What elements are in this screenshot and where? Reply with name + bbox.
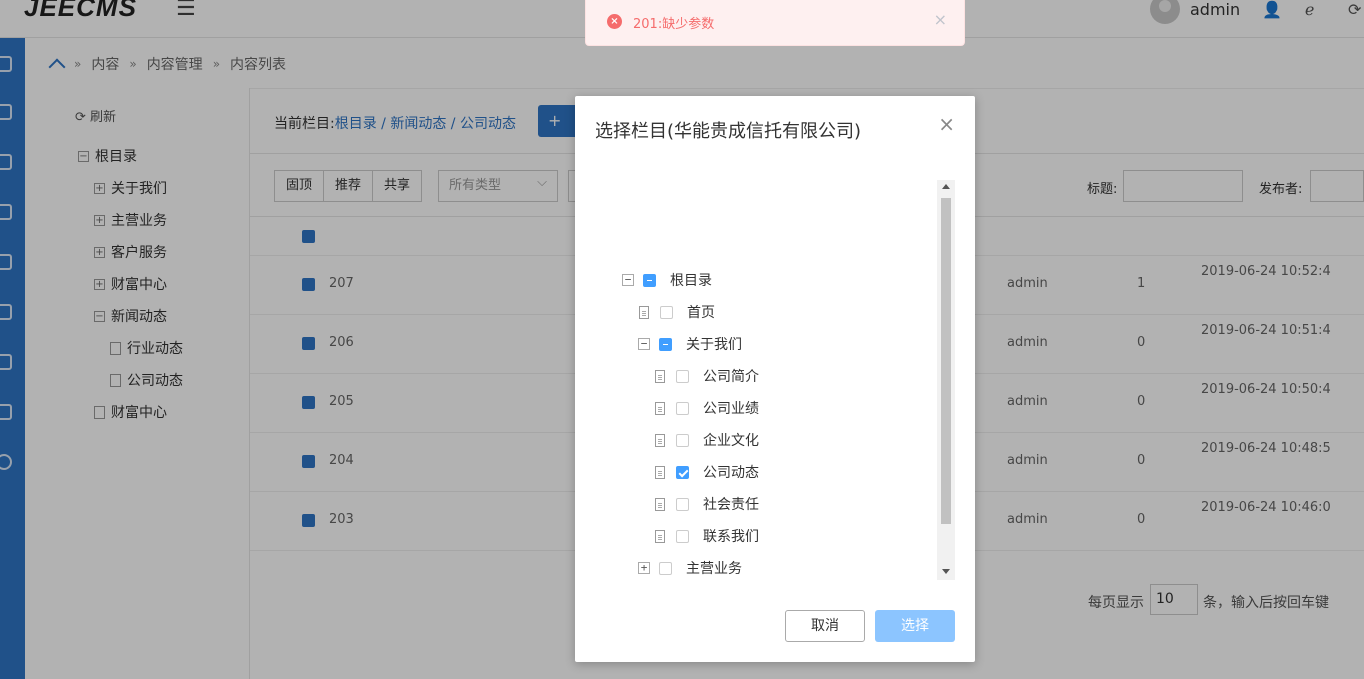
document-icon [655, 433, 665, 447]
scroll-thumb[interactable] [941, 198, 951, 524]
document-icon [639, 305, 649, 319]
select-column-dialog: 选择栏目(华能贵成信托有限公司) × − 根目录 首页 − 关于我们 公司简介 … [575, 96, 975, 662]
error-toast: × 201:缺少参数 × [585, 0, 965, 46]
tree-node[interactable]: 联系我们 [654, 526, 759, 546]
collapse-icon[interactable]: − [638, 338, 650, 350]
document-icon [655, 497, 665, 511]
column-tree: − 根目录 首页 − 关于我们 公司简介 公司业绩 企业文化 公司动态 社会责任… [615, 180, 955, 580]
tree-node[interactable]: 首页 [638, 302, 715, 322]
error-icon: × [607, 14, 622, 29]
checkbox[interactable] [676, 465, 689, 479]
tree-node[interactable]: − 关于我们 [638, 334, 742, 354]
tree-scrollbar[interactable] [937, 180, 955, 580]
checkbox[interactable] [660, 305, 673, 319]
checkbox[interactable] [676, 529, 689, 543]
checkbox[interactable] [676, 433, 689, 447]
checkbox[interactable] [659, 337, 672, 351]
tree-node-root[interactable]: − 根目录 [622, 270, 712, 290]
checkbox[interactable] [676, 497, 689, 511]
checkbox[interactable] [659, 561, 672, 575]
document-icon [655, 465, 665, 479]
toast-message: 201:缺少参数 [633, 17, 715, 32]
dialog-title: 选择栏目(华能贵成信托有限公司) [595, 121, 862, 142]
tree-node[interactable]: + 主营业务 [638, 558, 742, 578]
select-button[interactable]: 选择 [875, 610, 955, 642]
tree-node[interactable]: 公司简介 [654, 366, 759, 386]
toast-close-icon[interactable]: × [934, 12, 947, 28]
checkbox[interactable] [676, 401, 689, 415]
scroll-up-icon[interactable] [942, 184, 950, 189]
scroll-down-icon[interactable] [942, 569, 950, 574]
collapse-icon[interactable]: − [622, 274, 634, 286]
cancel-button[interactable]: 取消 [785, 610, 865, 642]
checkbox[interactable] [676, 369, 689, 383]
tree-node[interactable]: 公司业绩 [654, 398, 759, 418]
tree-node[interactable]: 社会责任 [654, 494, 759, 514]
document-icon [655, 401, 665, 415]
checkbox[interactable] [643, 273, 656, 287]
expand-icon[interactable]: + [638, 562, 650, 574]
document-icon [655, 529, 665, 543]
close-icon[interactable]: × [938, 114, 955, 134]
tree-node[interactable]: 公司动态 [654, 462, 759, 482]
tree-node[interactable]: 企业文化 [654, 430, 759, 450]
document-icon [655, 369, 665, 383]
